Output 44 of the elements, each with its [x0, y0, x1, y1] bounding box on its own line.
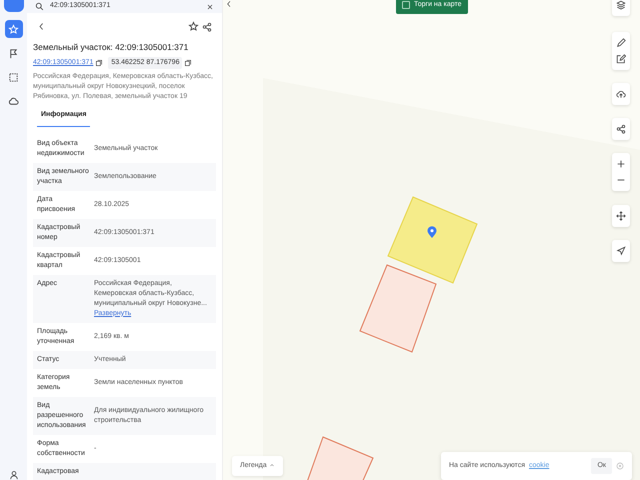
ruler-button[interactable]: [615, 37, 627, 49]
logo-icon: [4, 0, 24, 12]
map-pin-icon: [428, 226, 436, 238]
move-button[interactable]: [615, 210, 627, 222]
layers-icon: [616, 0, 626, 10]
share-map-button[interactable]: [615, 123, 627, 135]
flag-icon: [8, 48, 19, 58]
cloud-icon: [8, 96, 19, 106]
plus-icon: [616, 159, 626, 169]
close-icon: [616, 462, 624, 470]
clear-button[interactable]: [206, 2, 214, 10]
user-icon: [8, 470, 18, 480]
close-icon: [206, 2, 214, 10]
back-button[interactable]: [37, 22, 46, 31]
cloud-upload-icon: [616, 89, 626, 99]
chevron-left-icon: [37, 22, 46, 31]
share-button[interactable]: [202, 22, 212, 32]
land-parcel[interactable]: [359, 264, 437, 353]
checkbox[interactable]: [402, 1, 410, 10]
zoom-in-button[interactable]: [615, 158, 627, 170]
star-icon: [188, 21, 198, 32]
collapse-panel-button[interactable]: [225, 0, 233, 8]
share-icon: [202, 22, 212, 32]
object-title: Земельный участок: 42:09:1305001:371: [33, 41, 190, 54]
locate-button[interactable]: [615, 245, 627, 257]
search-icon: [35, 2, 44, 11]
copy-button[interactable]: [95, 59, 104, 67]
share-icon: [616, 124, 626, 134]
star-icon: [8, 24, 19, 34]
sidebar-button[interactable]: [4, 20, 22, 38]
chevron-left-icon: [225, 0, 233, 8]
navigation-arrow-icon: [616, 246, 626, 256]
upload-button[interactable]: [615, 88, 627, 100]
favorite-button[interactable]: [188, 21, 198, 32]
copy-button[interactable]: [184, 59, 192, 67]
copy-icon: [95, 59, 104, 67]
move-icon: [616, 211, 626, 221]
layers-button[interactable]: [615, 0, 627, 11]
edit-button[interactable]: [615, 53, 627, 65]
edit-icon: [616, 54, 626, 64]
pencil-icon: [616, 38, 626, 48]
dashed-square-icon: [8, 72, 19, 82]
copy-icon: [184, 59, 192, 67]
land-parcel[interactable]: [305, 436, 374, 480]
